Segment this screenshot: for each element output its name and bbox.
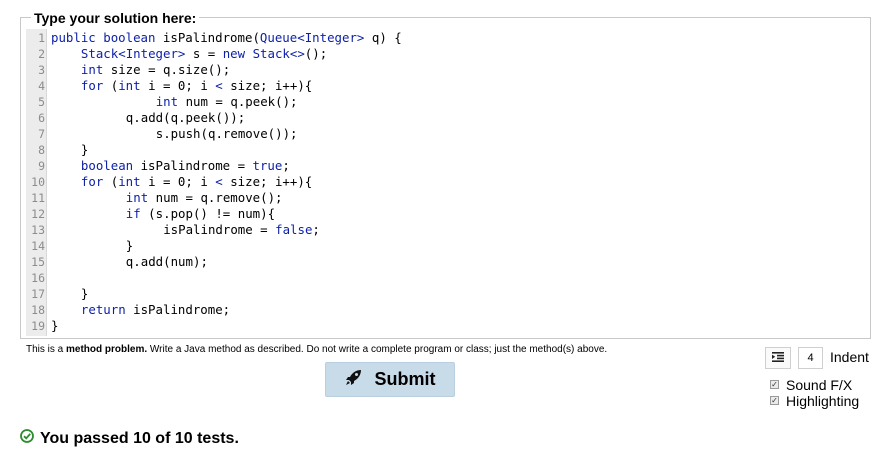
code-text: if (s.pop() != num){ [125,206,276,221]
code-text: } [80,286,89,301]
indent-icon [772,349,784,367]
line-number: 13 [31,223,45,237]
code-text: int num = q.peek(); [155,94,298,109]
indent-size-input[interactable]: 4 [798,347,823,369]
code-text: } [125,238,134,253]
code-text: } [51,318,59,333]
code-text: for (int i = 0; i < size; i++){ [80,78,313,93]
code-text: int num = q.remove(); [125,190,283,205]
line-number: 17 [31,287,45,301]
sound-fx-checkbox[interactable]: ✓ [770,380,779,389]
code-text: isPalindrome = false; [163,222,320,237]
line-number: 11 [31,191,45,205]
line-number: 6 [38,111,45,125]
line-number: 4 [38,79,45,93]
indent-button[interactable] [765,347,791,369]
result-text: You passed 10 of 10 tests. [40,429,239,447]
line-number: 5 [38,95,45,109]
line-number: 2 [38,47,45,61]
test-result: You passed 10 of 10 tests. [20,429,239,448]
highlighting-label: Highlighting [786,393,860,409]
sound-fx-label: Sound F/X [786,377,853,393]
rocket-icon [345,368,363,391]
line-number: 16 [31,271,45,285]
check-circle-icon [20,429,34,448]
line-number: 12 [31,207,45,221]
code-text: s.push(q.remove()); [155,126,298,141]
code-text: q.add(num); [125,254,208,269]
code-text: Stack<Integer> s = new Stack<>(); [80,46,328,61]
line-number: 7 [38,127,45,141]
line-number: 14 [31,239,45,253]
code-text: q.add(q.peek()); [125,110,246,125]
line-number: 8 [38,143,45,157]
problem-hint: This is a method problem. Write a Java m… [26,344,608,355]
code-text: public boolean isPalindrome(Queue<Intege… [51,30,402,45]
code-text: return isPalindrome; [80,302,231,317]
problem-type: method problem. [66,344,148,355]
solution-legend: Type your solution here: [31,10,200,26]
line-number: 18 [31,303,45,317]
submit-label: Submit [374,369,436,389]
indent-label: Indent [830,349,869,365]
line-number: 15 [31,255,45,269]
line-number: 9 [38,159,45,173]
line-number: 10 [31,175,45,189]
highlighting-checkbox[interactable]: ✓ [770,396,779,405]
code-editor[interactable]: 1 public boolean isPalindrome(Queue<Integ… [26,29,869,336]
line-number: 3 [38,63,45,77]
code-text: for (int i = 0; i < size; i++){ [80,174,313,189]
submit-button[interactable]: Submit [325,362,455,397]
line-number: 1 [38,31,45,45]
code-text: } [80,142,89,157]
line-number: 19 [31,319,45,333]
code-text: int size = q.size(); [80,62,231,77]
code-text: boolean isPalindrome = true; [80,158,290,173]
